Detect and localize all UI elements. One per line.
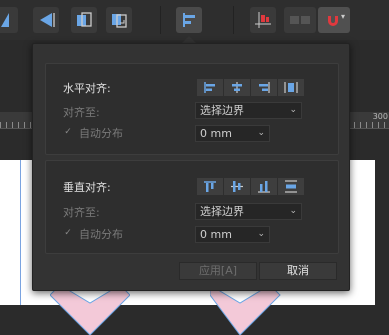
distribute-v-icon[interactable] [278,178,304,195]
horizontal-align-title: 水平对齐: [63,82,111,95]
horizontal-auto-distribute-checkbox[interactable]: ✓ [63,127,73,137]
align-middle-v-icon[interactable] [224,178,250,195]
ruler-label: 300 [372,112,388,121]
horizontal-align-to-label: 对齐至: [63,106,100,119]
vertical-align-to-value: 选择边界 [200,205,244,218]
apply-button[interactable]: 应用[A] [179,262,257,280]
toolbar: ▾ [0,0,389,40]
horizontal-auto-distribute-label: 自动分布 [79,127,123,140]
horizontal-align-to-select[interactable]: 选择边界 ⌄ [195,102,302,119]
cancel-button[interactable]: 取消 [259,262,337,280]
align-popover: 水平对齐: 对齐至: 选择边界 ⌄ ✓ 自动分布 0 mm ⌄ 垂直对齐: 对齐… [32,43,350,291]
chevron-down-icon: ⌄ [289,206,297,216]
move-back-icon[interactable] [71,7,97,33]
toggle-icon[interactable] [284,7,316,33]
vertical-align-buttons [197,178,305,195]
vertical-align-title: 垂直对齐: [63,181,111,194]
star-shape [50,285,130,335]
snapping-grid-icon[interactable] [250,7,276,33]
horizontal-spacing-field[interactable]: 0 mm ⌄ [195,125,270,142]
align-icon[interactable] [176,7,202,33]
horizontal-align-to-value: 选择边界 [200,104,244,117]
align-center-h-icon[interactable] [224,79,250,96]
popover-caret [182,36,196,43]
horizontal-spacing-value: 0 mm [200,127,232,140]
magnet-icon[interactable]: ▾ [318,7,350,33]
vertical-spacing-field[interactable]: 0 mm ⌄ [195,226,270,243]
align-right-icon[interactable] [251,79,277,96]
vertical-align-to-select[interactable]: 选择边界 ⌄ [195,203,302,220]
chevron-down-icon: ⌄ [257,128,265,138]
chevron-down-icon: ⌄ [257,229,265,239]
distribute-h-icon[interactable] [278,79,304,96]
horizontal-align-buttons [197,79,305,96]
align-top-icon[interactable] [197,178,223,195]
align-bottom-icon[interactable] [251,178,277,195]
vertical-auto-distribute-checkbox[interactable]: ✓ [63,228,73,238]
flip-horizontal-icon[interactable] [0,7,18,33]
move-front-icon[interactable] [106,7,132,33]
chevron-down-icon: ⌄ [289,105,297,115]
flip-vertical-icon[interactable] [33,7,59,33]
vertical-auto-distribute-label: 自动分布 [79,228,123,241]
svg-text:▾: ▾ [341,12,345,21]
star-shape [210,285,281,335]
guide-line [20,160,21,305]
vertical-spacing-value: 0 mm [200,228,232,241]
align-left-icon[interactable] [197,79,223,96]
vertical-align-to-label: 对齐至: [63,206,100,219]
